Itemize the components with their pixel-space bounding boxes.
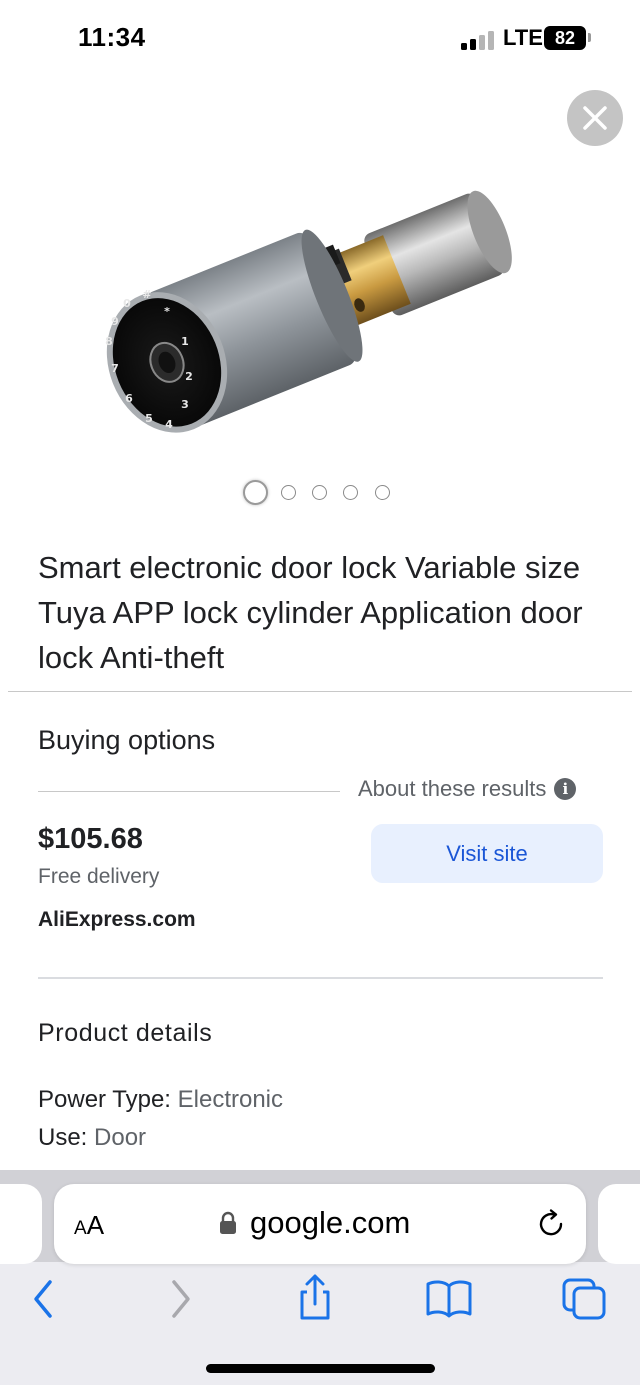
keypad-key: 9 <box>111 315 119 328</box>
keypad-key: * <box>164 305 170 318</box>
lock-icon <box>220 1211 236 1234</box>
carousel-dots <box>243 478 403 506</box>
detail-label: Use: <box>38 1124 88 1151</box>
url-text: google.com <box>250 1205 411 1240</box>
aa-large: A <box>86 1210 105 1240</box>
visit-site-button[interactable]: Visit site <box>371 824 603 883</box>
url-display[interactable]: google.com <box>219 1205 410 1241</box>
next-tab-peek[interactable] <box>598 1184 640 1264</box>
offer-merchant[interactable]: AliExpress.com <box>38 908 196 932</box>
status-bar: 11:34 LTE 82 <box>0 0 640 76</box>
network-type: LTE <box>503 25 543 50</box>
info-icon[interactable]: i <box>554 778 577 800</box>
keypad-key: 2 <box>185 370 193 383</box>
close-icon <box>583 106 607 130</box>
previous-tab-peek[interactable] <box>0 1184 42 1264</box>
address-bar[interactable]: AA google.com <box>54 1184 586 1264</box>
detail-row: Power Type: Electronic <box>38 1086 283 1114</box>
keypad-key: 5 <box>145 412 153 425</box>
keypad-key: 3 <box>181 398 189 411</box>
battery-tip <box>588 33 591 42</box>
reader-options-button[interactable]: AA <box>74 1210 104 1241</box>
about-results-link[interactable]: About these results i <box>358 776 577 802</box>
keypad-key: 4 <box>165 418 173 431</box>
divider <box>38 791 340 792</box>
carousel-dot-1[interactable] <box>243 480 268 505</box>
detail-label: Power Type: <box>38 1086 171 1113</box>
battery-level: 82 <box>554 28 576 48</box>
home-indicator[interactable] <box>206 1364 435 1373</box>
browser-toolbar <box>0 1270 640 1330</box>
buying-options-heading: Buying options <box>38 725 216 755</box>
product-image[interactable]: 0 # * 1 2 3 4 5 6 7 8 9 <box>85 140 565 470</box>
about-results-label: About these results <box>358 776 547 801</box>
status-time: 11:34 <box>78 22 146 52</box>
product-title: Smart electronic door lock Variable size… <box>38 550 583 675</box>
detail-value: Electronic <box>177 1086 284 1113</box>
offer-delivery: Free delivery <box>38 865 160 888</box>
back-icon[interactable] <box>18 1270 68 1320</box>
detail-row: Use: Door <box>38 1124 146 1152</box>
keypad-key: 1 <box>181 335 189 348</box>
product-details-heading: Product details <box>38 1019 213 1047</box>
divider <box>8 691 632 692</box>
detail-value: Door <box>94 1124 147 1151</box>
keypad-key: 0 <box>123 297 131 310</box>
share-icon[interactable] <box>290 1270 340 1320</box>
forward-icon[interactable] <box>156 1270 206 1320</box>
carousel-dot-5[interactable] <box>375 485 390 500</box>
keypad-key: 8 <box>105 335 113 348</box>
aa-small: A <box>74 1218 87 1239</box>
reload-icon[interactable] <box>534 1207 568 1241</box>
keypad-key: # <box>142 288 151 301</box>
tabs-icon[interactable] <box>560 1270 610 1320</box>
carousel-dot-4[interactable] <box>343 485 358 500</box>
keypad-key: 6 <box>125 392 133 405</box>
carousel-dot-2[interactable] <box>281 485 296 500</box>
keypad-key: 7 <box>111 362 119 375</box>
divider <box>38 977 603 979</box>
signal-strength-icon <box>461 30 495 50</box>
carousel-dot-3[interactable] <box>312 485 327 500</box>
offer-price: $105.68 <box>38 823 143 855</box>
close-button[interactable] <box>567 90 623 146</box>
battery-icon: 82 <box>544 26 586 50</box>
bookmarks-icon[interactable] <box>424 1270 474 1320</box>
